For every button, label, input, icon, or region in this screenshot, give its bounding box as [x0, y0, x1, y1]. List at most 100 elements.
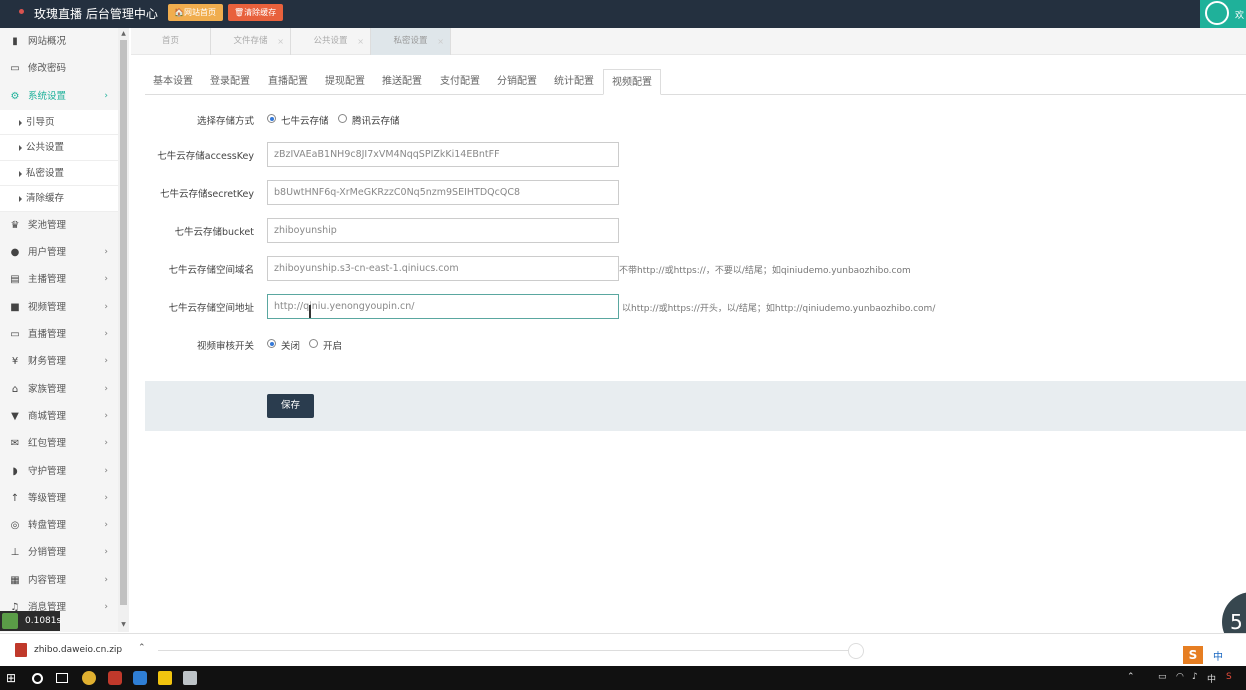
gear-icon: ⚙: [10, 90, 20, 102]
ime-mode[interactable]: 中: [1213, 648, 1223, 663]
sidebar-item-label: 内容管理: [28, 574, 67, 586]
subtab-payment[interactable]: 支付配置: [440, 69, 480, 95]
sidebar-item-label: 分销管理: [28, 547, 67, 559]
sidebar-item-live[interactable]: ▭ 直播管理 ›: [0, 321, 118, 348]
subtab-login[interactable]: 登录配置: [210, 69, 250, 95]
tab-file-storage[interactable]: 文件存储 ×: [211, 28, 291, 55]
sidebar-subitem-guide[interactable]: 引导页: [0, 109, 118, 136]
scroll-up-icon[interactable]: ▲: [120, 31, 127, 37]
sogou-tray-icon[interactable]: S: [1226, 672, 1232, 682]
volume-icon[interactable]: ♪: [1192, 672, 1198, 682]
site-home-button[interactable]: 🏠网站首页: [168, 4, 223, 21]
share-icon: [1205, 1, 1229, 25]
progress-knob[interactable]: [848, 643, 864, 659]
sidebar-item-videos[interactable]: ■ 视频管理 ›: [0, 294, 118, 321]
sidebar-item-finance[interactable]: ¥ 财务管理 ›: [0, 348, 118, 375]
sidebar-item-label: 转盘管理: [28, 520, 67, 532]
subtab-live[interactable]: 直播配置: [268, 69, 308, 95]
chart-icon: ▮: [12, 36, 18, 47]
secret-key-input[interactable]: b8UwtHNF6q-XrMeGKRzzC0Nq5nzm9SEIHTDQcQC8: [267, 180, 619, 205]
share-button[interactable]: 欢: [1200, 0, 1246, 28]
bucket-input[interactable]: zhiboyunship: [267, 218, 619, 243]
search-icon[interactable]: [32, 673, 43, 684]
sidebar-item-family[interactable]: ⌂ 家族管理 ›: [0, 376, 118, 403]
save-button[interactable]: 保存: [267, 394, 314, 418]
taskbar: ⊞ ⌃ ▭ ◠ ♪ 中 S: [0, 666, 1246, 690]
sidebar-item-redpacket[interactable]: ✉ 红包管理 ›: [0, 430, 118, 457]
tab-home[interactable]: 首页: [131, 28, 211, 55]
sidebar-item-jackpot[interactable]: ♛ 奖池管理: [0, 212, 118, 239]
folder-icon[interactable]: [158, 671, 172, 685]
close-icon[interactable]: ×: [437, 28, 444, 55]
close-icon[interactable]: ×: [277, 28, 284, 55]
monitor-icon: ▭: [10, 329, 20, 341]
ime-indicator[interactable]: 中: [1207, 672, 1216, 685]
clear-cache-button[interactable]: 🗑清除缓存: [228, 4, 283, 21]
access-key-input[interactable]: zBzIVAEaB1NH9c8JI7xVM4NqqSPIZkKi14EBntFF: [267, 142, 619, 167]
notepad-icon[interactable]: [183, 671, 197, 685]
chevron-right-icon: ›: [104, 547, 108, 558]
app-title: 玫瑰直播 后台管理中心: [34, 7, 158, 21]
subtab-withdraw[interactable]: 提现配置: [325, 69, 365, 95]
sidebar-item-label: 直播管理: [28, 329, 67, 341]
subtab-stats[interactable]: 统计配置: [554, 69, 594, 95]
sidebar-item-label: 用户管理: [28, 247, 67, 259]
sidebar-item-wheel[interactable]: ◎ 转盘管理 ›: [0, 512, 118, 539]
tray-chevron-up-icon[interactable]: ⌃: [1127, 672, 1135, 682]
sidebar-item-label: 财务管理: [28, 356, 67, 368]
sogou-ime-icon[interactable]: S: [1183, 646, 1203, 664]
chevron-right-icon: ›: [104, 90, 108, 101]
sidebar-item-password[interactable]: ▭ 修改密码: [0, 55, 118, 82]
chrome-icon[interactable]: [82, 671, 96, 685]
windows-start-icon[interactable]: ⊞: [6, 671, 20, 685]
grid-icon: ▦: [10, 574, 20, 586]
sidebar-item-label: 系统设置: [28, 90, 67, 102]
scroll-down-icon[interactable]: ▼: [120, 622, 127, 628]
sidebar-item-label: 主播管理: [28, 274, 67, 286]
subtab-basic[interactable]: 基本设置: [153, 69, 193, 95]
domain-input[interactable]: zhiboyunship.s3-cn-east-1.qiniucs.com: [267, 256, 619, 281]
sidebar-subitem-clear[interactable]: 清除缓存: [0, 186, 118, 212]
storage-qiniu-radio[interactable]: [267, 114, 276, 123]
download-filename[interactable]: zhibo.daweio.cn.zip: [34, 645, 122, 655]
sidebar-item-users[interactable]: ● 用户管理 ›: [0, 239, 118, 266]
close-icon[interactable]: ×: [357, 28, 364, 55]
storage-tencent-label[interactable]: 腾讯云存储: [352, 113, 400, 127]
chevron-right-icon: ›: [104, 520, 108, 531]
sidebar-item-system[interactable]: ⚙ 系统设置 ›: [0, 83, 118, 110]
audit-on-label[interactable]: 开启: [323, 338, 342, 352]
subtab-video[interactable]: 视频配置: [603, 69, 661, 95]
tab-public-settings[interactable]: 公共设置 ×: [291, 28, 371, 55]
bank-icon: ⌂: [11, 383, 19, 395]
sidebar: ▮ 网站概况 ▭ 修改密码 ⚙ 系统设置 › 引导页 公共设置 私密设置 清除缓存 ♛ 奖…: [0, 28, 118, 632]
tray-app-icon[interactable]: ▭: [1158, 672, 1167, 682]
network-icon[interactable]: ◠: [1176, 672, 1184, 682]
domain-label: 七牛云存储空间域名: [168, 265, 254, 276]
sidebar-item-shop[interactable]: ▼ 商城管理 ›: [0, 403, 118, 430]
chevron-up-icon[interactable]: ⌃: [138, 643, 146, 653]
load-timer: 0.1081s: [0, 611, 61, 631]
sidebar-subitem-private[interactable]: 私密设置: [0, 160, 118, 187]
sidebar-item-distribution[interactable]: ⊥ 分销管理 ›: [0, 539, 118, 566]
editor-icon[interactable]: [133, 671, 147, 685]
task-view-icon[interactable]: [56, 673, 68, 683]
tab-private-settings[interactable]: 私密设置 ×: [371, 28, 451, 55]
sidebar-item-content[interactable]: ▦ 内容管理 ›: [0, 567, 118, 594]
sidebar-item-guard[interactable]: ◗ 守护管理 ›: [0, 458, 118, 485]
audit-off-radio[interactable]: [267, 339, 276, 348]
app-icon[interactable]: [108, 671, 122, 685]
audit-on-radio[interactable]: [309, 339, 318, 348]
audit-off-label[interactable]: 关闭: [281, 338, 300, 352]
storage-tencent-radio[interactable]: [338, 114, 347, 123]
subtab-push[interactable]: 推送配置: [382, 69, 422, 95]
sidebar-item-level[interactable]: ↑ 等级管理 ›: [0, 485, 118, 512]
address-input[interactable]: http://qiniu.yenongyoupin.cn/: [267, 294, 619, 319]
domain-hint: 不带http://或https://，不要以/结尾；如qiniudemo.yun…: [619, 266, 911, 276]
sidebar-item-anchors[interactable]: ▤ 主播管理 ›: [0, 266, 118, 293]
sidebar-subitem-public[interactable]: 公共设置: [0, 135, 118, 161]
users-icon: ●: [10, 247, 20, 259]
subtab-distribution[interactable]: 分销配置: [497, 69, 537, 95]
sidebar-item-overview[interactable]: ▮ 网站概况: [0, 28, 118, 55]
storage-qiniu-label[interactable]: 七牛云存储: [281, 113, 329, 127]
chevron-right-icon: ›: [104, 247, 108, 258]
